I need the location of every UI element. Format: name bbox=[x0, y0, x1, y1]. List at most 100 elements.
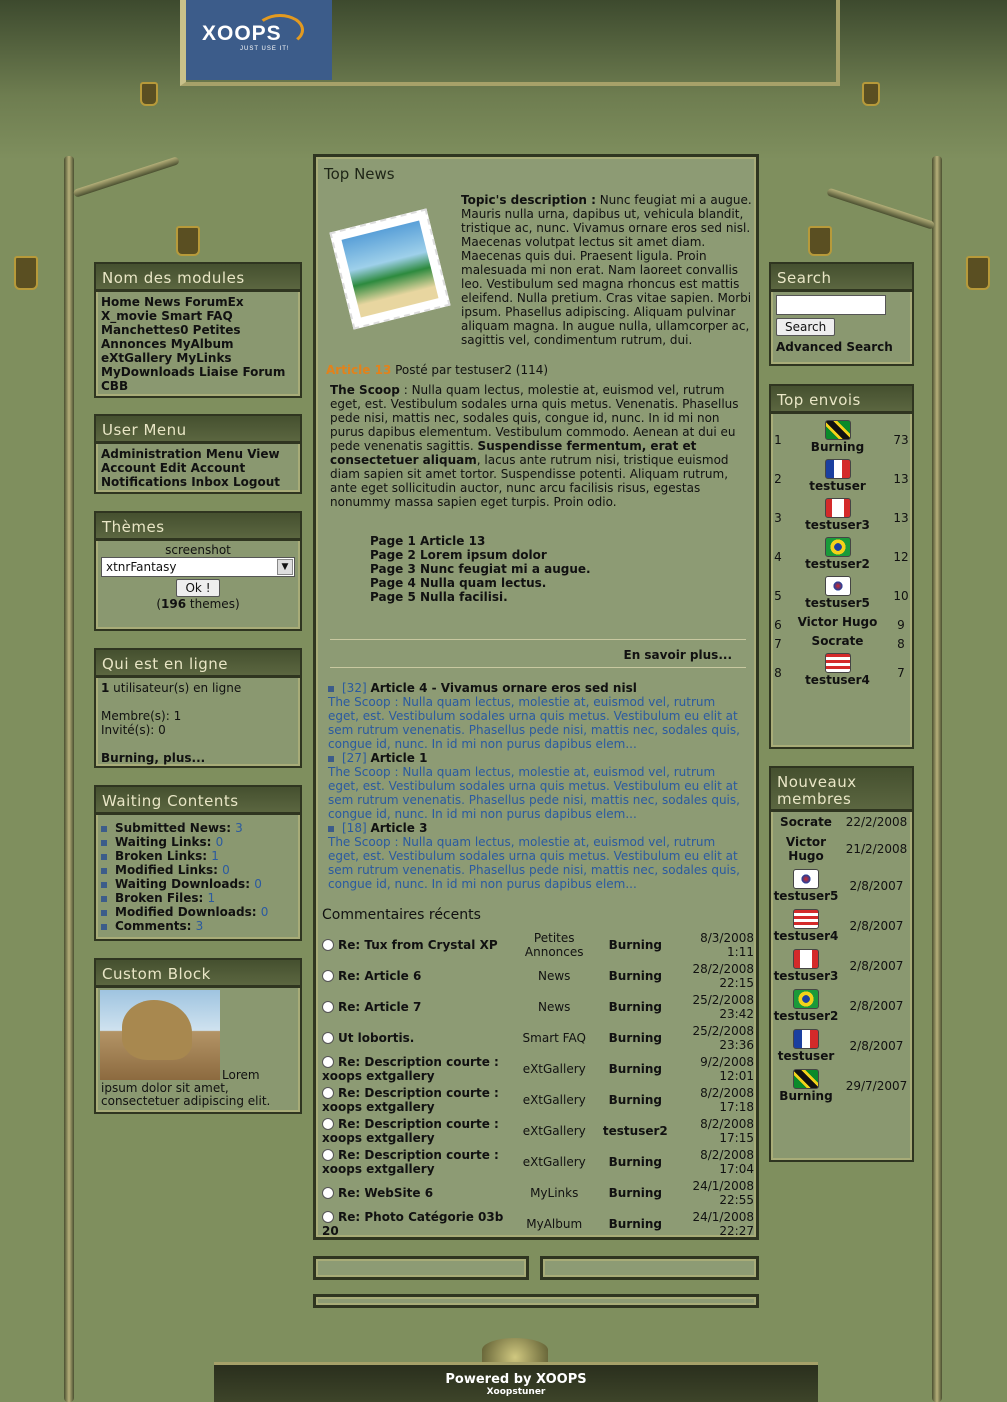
theme-ok-button[interactable]: Ok ! bbox=[176, 579, 220, 597]
module-link[interactable]: CBB bbox=[101, 379, 128, 393]
page-link[interactable]: Page 5 Nulla facilisi. bbox=[370, 590, 591, 604]
comment-user[interactable]: Burning bbox=[598, 960, 673, 991]
member-name[interactable]: Socrate bbox=[771, 815, 841, 829]
news-item-title[interactable]: Article 3 bbox=[370, 821, 427, 835]
waiting-item[interactable]: Comments: 3 bbox=[101, 919, 295, 933]
user-menu-link[interactable]: Notifications bbox=[101, 475, 187, 489]
search-button[interactable]: Search bbox=[776, 318, 836, 336]
module-link[interactable]: Forum bbox=[242, 365, 285, 379]
member-name[interactable]: Burning bbox=[771, 1089, 841, 1103]
search-input[interactable] bbox=[776, 295, 886, 315]
news-item-title[interactable]: Article 4 - Vivamus ornare eros sed nisl bbox=[370, 681, 636, 695]
module-link[interactable]: Manchettes0 bbox=[101, 323, 188, 337]
comment-module[interactable]: Petites Annonces bbox=[511, 929, 598, 960]
member-row: testuser2 2/8/2007 bbox=[771, 986, 912, 1026]
comment-module[interactable]: News bbox=[511, 960, 598, 991]
advanced-search-link[interactable]: Advanced Search bbox=[776, 340, 907, 354]
comment-title-link[interactable]: Re: Article 7 bbox=[338, 1000, 421, 1014]
comment-user[interactable]: Burning bbox=[598, 1177, 673, 1208]
module-link[interactable]: MyLinks bbox=[176, 351, 231, 365]
xoops-logo[interactable]: XOOPS JUST USE IT! bbox=[186, 0, 332, 80]
comment-title-link[interactable]: Re: Description courte : xoops extgaller… bbox=[322, 1055, 499, 1083]
comment-title-link[interactable]: Re: Photo Catégorie 03b 20 bbox=[322, 1210, 503, 1238]
comment-title-link[interactable]: Re: Article 6 bbox=[338, 969, 421, 983]
news-item-title[interactable]: Article 1 bbox=[370, 751, 427, 765]
module-link[interactable]: Liaise bbox=[199, 365, 238, 379]
user-menu-link[interactable]: Logout bbox=[233, 475, 280, 489]
module-link[interactable]: X_movie bbox=[101, 309, 157, 323]
bullet-icon bbox=[328, 825, 334, 832]
comment-user[interactable]: Burning bbox=[598, 1146, 673, 1177]
comment-title-link[interactable]: Re: Description courte : xoops extgaller… bbox=[322, 1086, 499, 1114]
block-title: Top envois bbox=[771, 386, 912, 414]
module-link[interactable]: News bbox=[144, 295, 180, 309]
comment-module[interactable]: News bbox=[511, 991, 598, 1022]
module-link[interactable]: Smart FAQ bbox=[161, 309, 232, 323]
waiting-item[interactable]: Modified Downloads: 0 bbox=[101, 905, 295, 919]
member-name[interactable]: testuser bbox=[771, 1049, 841, 1063]
page-link[interactable]: Page 4 Nulla quam lectus. bbox=[370, 576, 591, 590]
waiting-item[interactable]: Modified Links: 0 bbox=[101, 863, 295, 877]
online-count-text: utilisateur(s) en ligne bbox=[109, 681, 242, 695]
online-users-link[interactable]: Burning, plus... bbox=[101, 751, 295, 765]
comment-user[interactable]: Burning bbox=[598, 1022, 673, 1053]
comment-user[interactable]: Burning bbox=[598, 1208, 673, 1239]
bullet-icon bbox=[101, 867, 107, 874]
comment-module[interactable]: MyAlbum bbox=[511, 1208, 598, 1239]
member-name[interactable]: testuser5 bbox=[771, 889, 841, 903]
module-link[interactable]: eXtGallery bbox=[101, 351, 172, 365]
module-link[interactable]: MyDownloads bbox=[101, 365, 195, 379]
module-link[interactable]: MyAlbum bbox=[171, 337, 234, 351]
member-name[interactable]: testuser4 bbox=[771, 929, 841, 943]
comment-user[interactable]: Burning bbox=[598, 929, 673, 960]
comment-title-link[interactable]: Re: WebSite 6 bbox=[338, 1186, 433, 1200]
poster-name[interactable]: testuser3 bbox=[785, 518, 890, 532]
waiting-item[interactable]: Broken Links: 1 bbox=[101, 849, 295, 863]
page-link[interactable]: Page 2 Lorem ipsum dolor bbox=[370, 548, 591, 562]
comment-user[interactable]: Burning bbox=[598, 1084, 673, 1115]
chevron-down-icon[interactable]: ▼ bbox=[277, 559, 293, 575]
user-menu-link[interactable]: Administration Menu bbox=[101, 447, 243, 461]
waiting-item[interactable]: Waiting Downloads: 0 bbox=[101, 877, 295, 891]
comment-module[interactable]: eXtGallery bbox=[511, 1084, 598, 1115]
poster-name[interactable]: Socrate bbox=[785, 634, 890, 648]
comment-title-link[interactable]: Ut lobortis. bbox=[338, 1031, 414, 1045]
comment-module[interactable]: eXtGallery bbox=[511, 1115, 598, 1146]
waiting-item[interactable]: Waiting Links: 0 bbox=[101, 835, 295, 849]
waiting-item[interactable]: Broken Files: 1 bbox=[101, 891, 295, 905]
member-name[interactable]: Victor Hugo bbox=[771, 835, 841, 863]
member-name[interactable]: testuser3 bbox=[771, 969, 841, 983]
user-menu-link[interactable]: Edit Account bbox=[160, 461, 245, 475]
poster-count: 9 bbox=[897, 617, 905, 632]
poster-name[interactable]: testuser4 bbox=[785, 673, 890, 687]
poster-name[interactable]: Burning bbox=[785, 440, 890, 454]
user-menu-link[interactable]: Inbox bbox=[191, 475, 229, 489]
read-more-link[interactable]: En savoir plus... bbox=[624, 648, 733, 662]
poster-name[interactable]: testuser2 bbox=[785, 557, 890, 571]
page-link[interactable]: Page 3 Nunc feugiat mi a augue. bbox=[370, 562, 591, 576]
news-item-id[interactable]: [18] bbox=[342, 821, 367, 835]
waiting-item[interactable]: Submitted News: 3 bbox=[101, 821, 295, 835]
article-link[interactable]: Article 13 bbox=[326, 363, 391, 377]
poster-name[interactable]: testuser5 bbox=[785, 596, 890, 610]
member-name[interactable]: testuser2 bbox=[771, 1009, 841, 1023]
comment-title-link[interactable]: Re: Description courte : xoops extgaller… bbox=[322, 1117, 499, 1145]
comment-user[interactable]: Burning bbox=[598, 991, 673, 1022]
comment-title-link[interactable]: Re: Tux from Crystal XP bbox=[338, 938, 498, 952]
news-item-id[interactable]: [32] bbox=[342, 681, 367, 695]
comment-user[interactable]: testuser2 bbox=[598, 1115, 673, 1146]
news-item-id[interactable]: [27] bbox=[342, 751, 367, 765]
module-link[interactable]: ForumEx bbox=[185, 295, 244, 309]
comment-user[interactable]: Burning bbox=[598, 1053, 673, 1084]
poster-name[interactable]: Victor Hugo bbox=[785, 615, 890, 629]
page-link[interactable]: Page 1 Article 13 bbox=[370, 534, 591, 548]
poster-name[interactable]: testuser bbox=[785, 479, 890, 493]
comment-module[interactable]: eXtGallery bbox=[511, 1053, 598, 1084]
theme-select[interactable]: xtnrFantasy ▼ bbox=[101, 557, 295, 577]
comment-module[interactable]: eXtGallery bbox=[511, 1146, 598, 1177]
module-link[interactable]: Home bbox=[101, 295, 140, 309]
powered-by-link[interactable]: Powered by XOOPS bbox=[214, 1372, 818, 1387]
comment-module[interactable]: Smart FAQ bbox=[511, 1022, 598, 1053]
comment-module[interactable]: MyLinks bbox=[511, 1177, 598, 1208]
comment-title-link[interactable]: Re: Description courte : xoops extgaller… bbox=[322, 1148, 499, 1176]
